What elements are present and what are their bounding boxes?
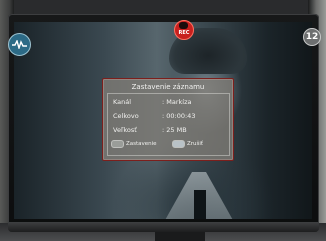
row-size-label: Veľkosť — [113, 126, 137, 134]
dialog-body: Kanál : Markíza Celkovo : 00:00:43 Veľko… — [107, 93, 230, 156]
tv-bottom-strip — [8, 222, 319, 232]
rec-label: REC — [178, 30, 190, 36]
row-channel-label: Kanál — [113, 98, 132, 106]
row-total-label: Celkovo — [113, 112, 139, 120]
row-size-value: : 25 MB — [162, 126, 187, 134]
dialog-title: Zastavenie záznamu — [131, 83, 205, 91]
video-figure-tie — [194, 190, 206, 219]
record-icon: REC — [174, 20, 194, 40]
stop-button-label: Zastavenie — [126, 140, 157, 147]
row-total-value: : 00:00:43 — [162, 112, 196, 120]
waveform-icon — [8, 33, 31, 56]
stop-recording-dialog: Zastavenie záznamu Kanál : Markíza Celko… — [102, 78, 234, 161]
exit-key-icon — [172, 139, 185, 148]
waveform-icon-glyph — [12, 40, 27, 49]
stop-button[interactable]: Zastavenie — [111, 139, 157, 148]
tv-stand — [155, 232, 205, 241]
row-channel-value: : Markíza — [162, 98, 192, 106]
record-icon-dot — [179, 22, 188, 29]
channel-badge: 12 — [303, 28, 321, 46]
cancel-button[interactable]: Zrušiť — [172, 139, 203, 148]
ok-key-icon — [111, 139, 124, 148]
cancel-button-label: Zrušiť — [187, 140, 204, 147]
